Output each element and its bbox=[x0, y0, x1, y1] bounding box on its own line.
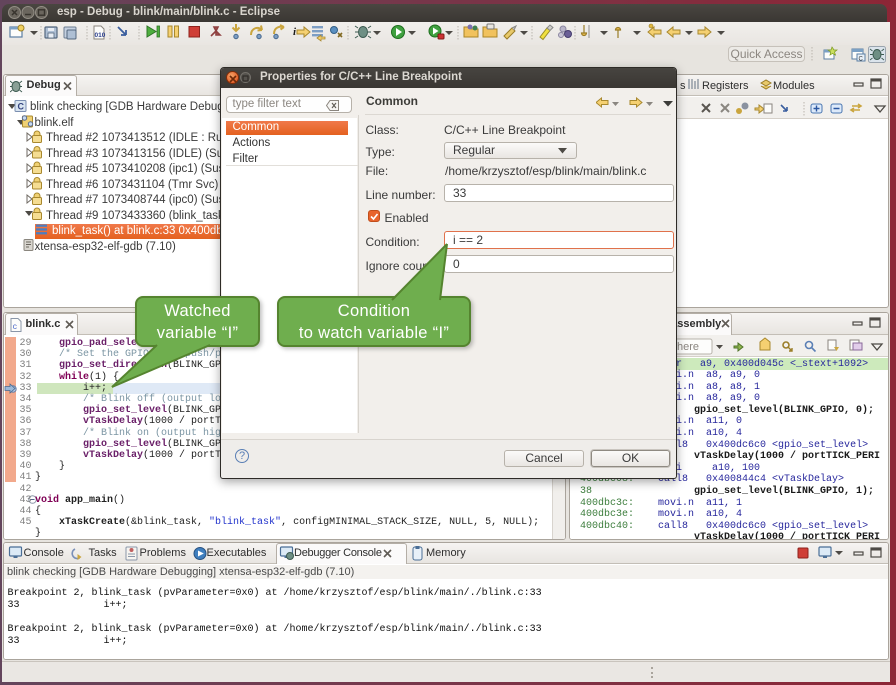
svg-text:C: C bbox=[17, 102, 24, 112]
svg-text:i: i bbox=[293, 26, 297, 38]
svg-text:c: c bbox=[12, 323, 17, 332]
svg-text:C: C bbox=[859, 57, 864, 63]
svg-text:010: 010 bbox=[95, 32, 106, 39]
svg-text:here: here bbox=[677, 341, 699, 353]
